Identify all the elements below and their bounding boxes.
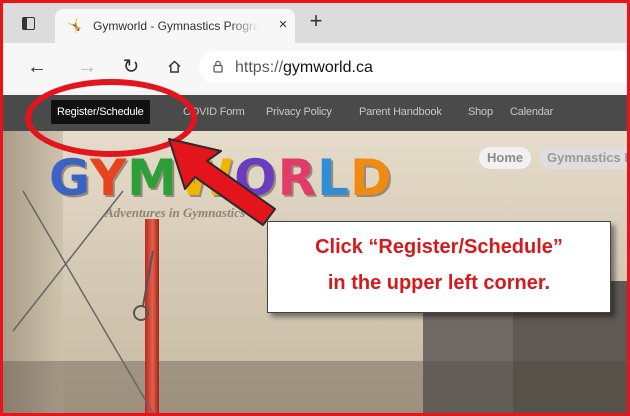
pointer-arrow-icon [168, 138, 276, 226]
screenshot-frame: 🤸 Gymworld - Gymnastics Program × + ← → … [0, 0, 630, 416]
